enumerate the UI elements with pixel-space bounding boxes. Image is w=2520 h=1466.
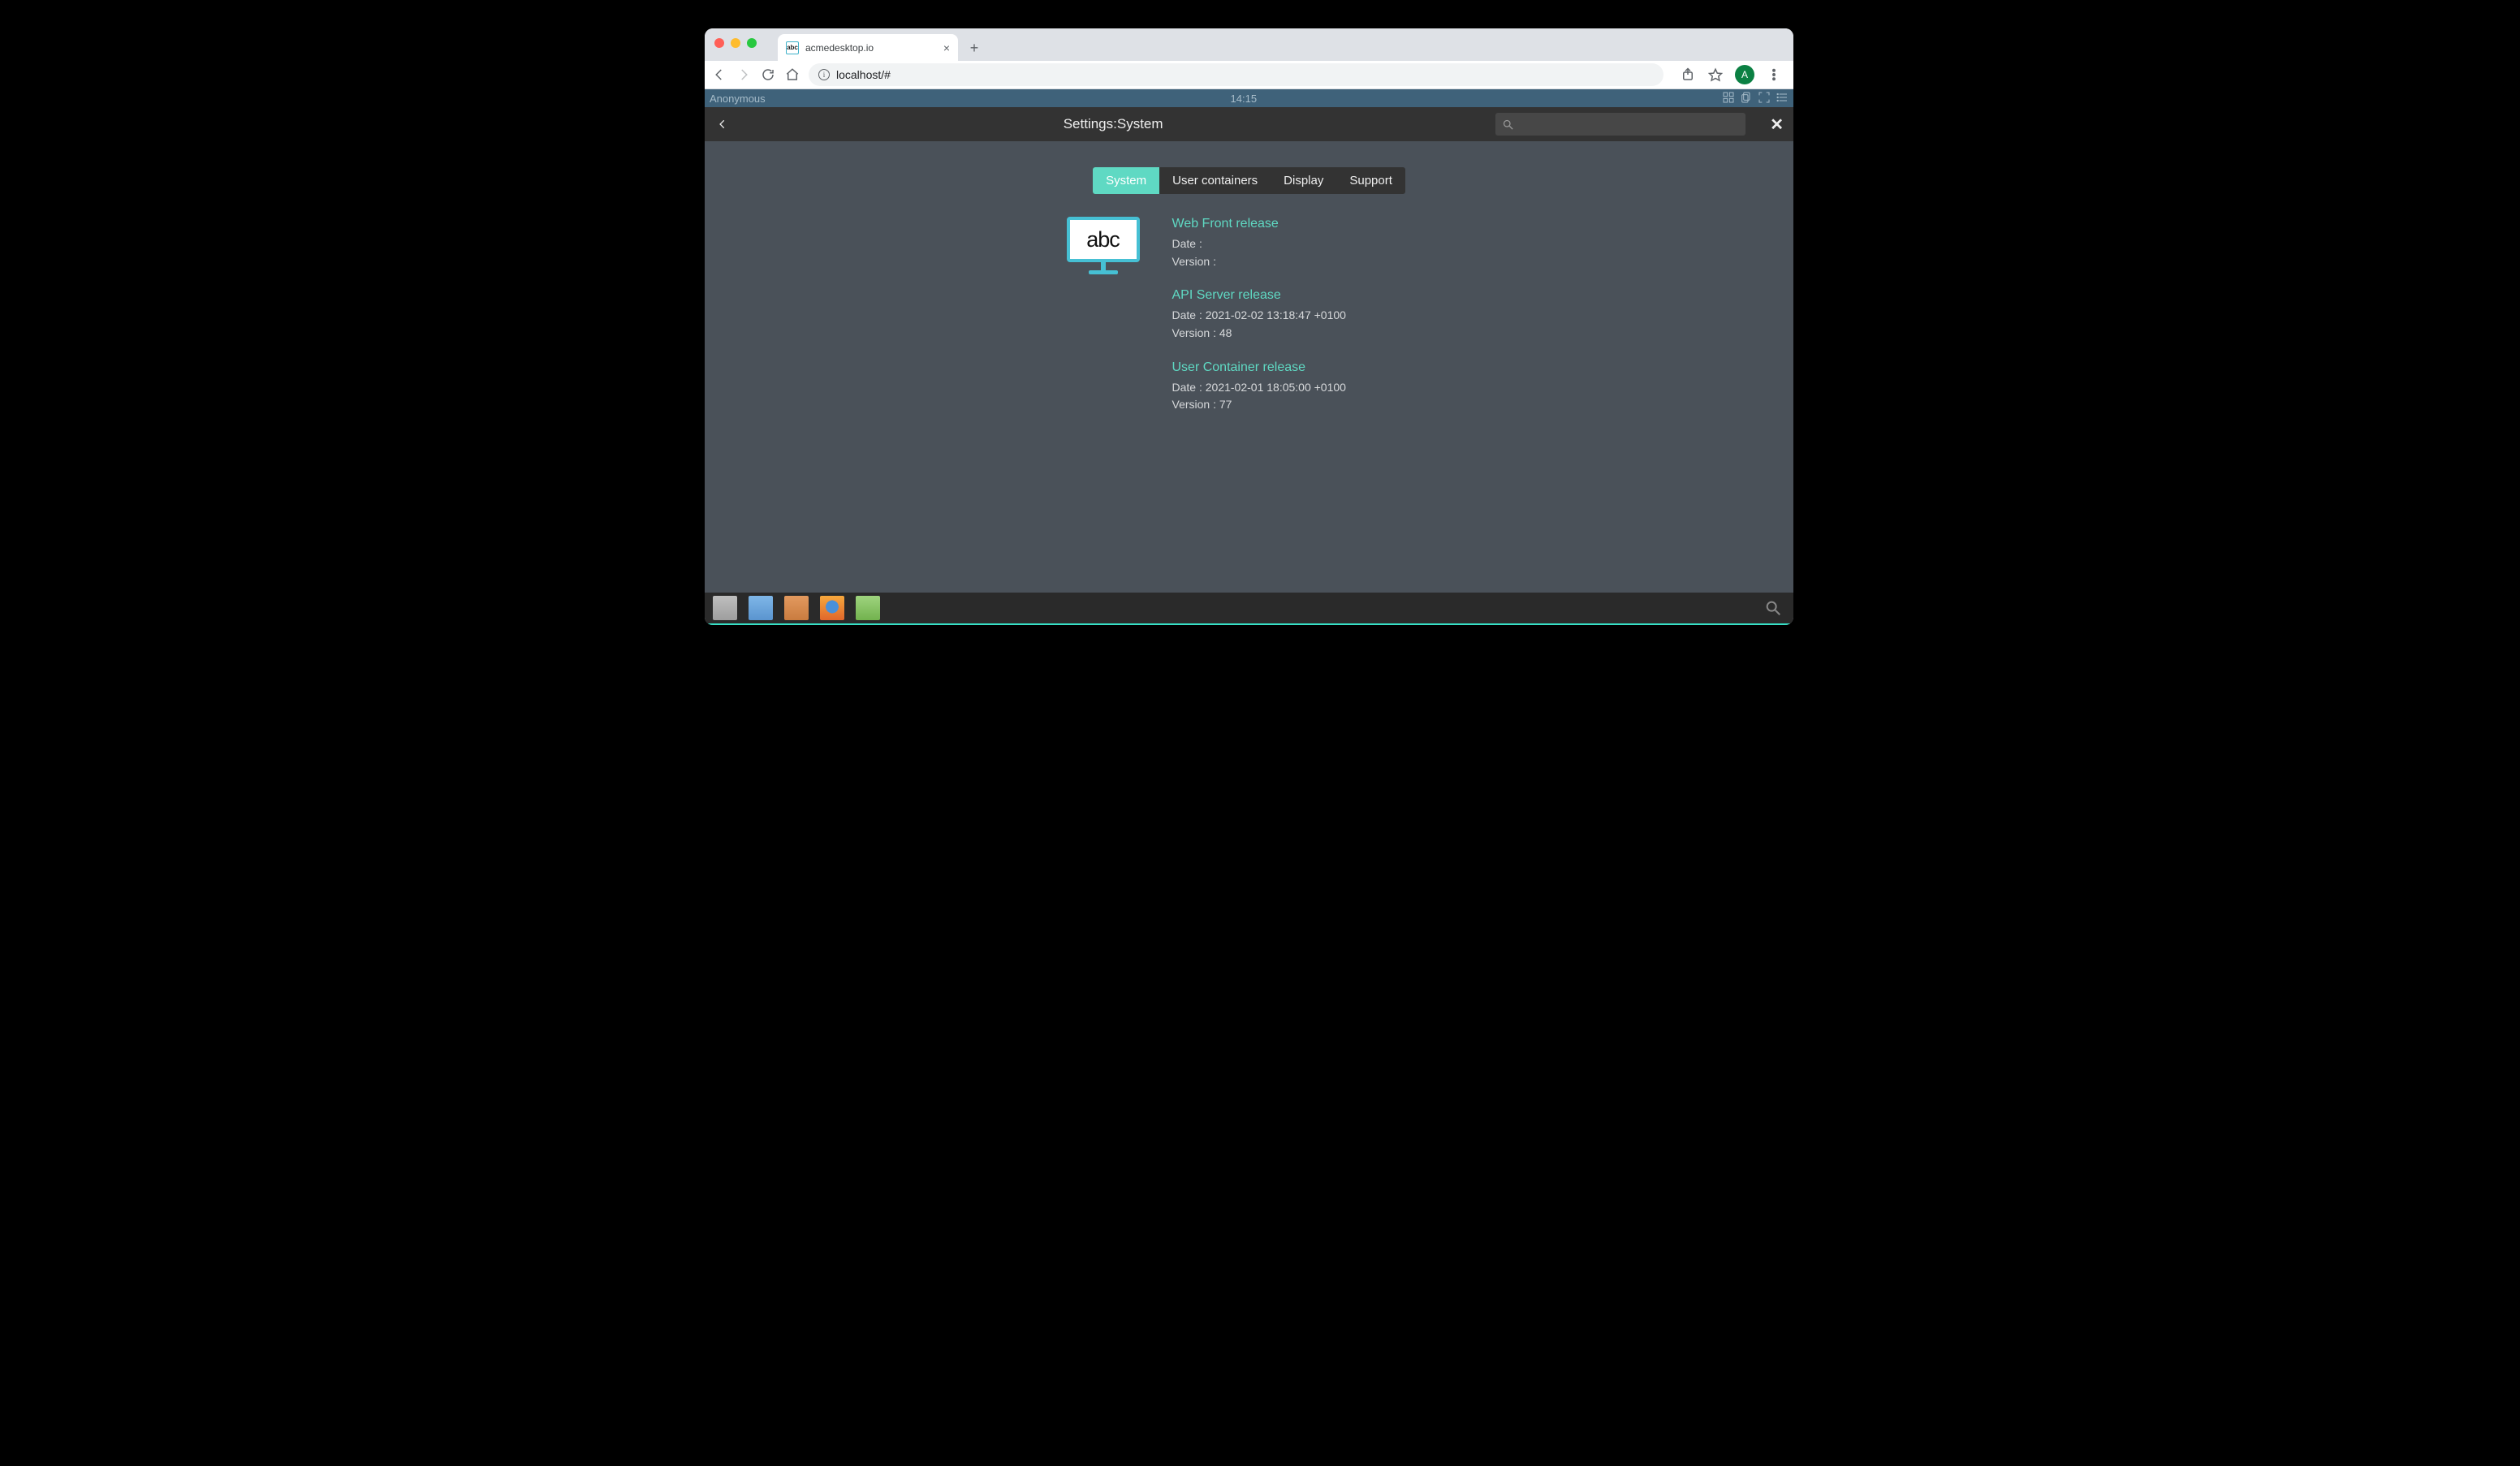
header-search-input[interactable]: [1495, 113, 1745, 136]
header-close-button[interactable]: ✕: [1770, 114, 1784, 135]
profile-avatar[interactable]: A: [1735, 65, 1754, 84]
grid-icon[interactable]: [1722, 91, 1735, 106]
dock-item-firefox[interactable]: [817, 593, 848, 623]
new-tab-button[interactable]: +: [963, 37, 986, 59]
app-header: Settings:System ✕: [705, 107, 1793, 141]
dock-item-text-editor[interactable]: [745, 593, 776, 623]
system-logo: abc: [1067, 217, 1140, 275]
release-version: Version : 77: [1172, 396, 1432, 414]
window-minimize-button[interactable]: [731, 38, 740, 48]
release-date: Date :: [1172, 235, 1432, 253]
app-viewport: Anonymous 14:15 Settings:System ✕: [705, 89, 1793, 625]
release-date: Date : 2021-02-02 13:18:47 +0100: [1172, 307, 1432, 325]
url-text: localhost/#: [836, 68, 891, 81]
window-controls: [714, 38, 757, 48]
tab-user-containers[interactable]: User containers: [1159, 167, 1271, 194]
releases-list: Web Front release Date :Version : API Serv…: [1172, 217, 1432, 432]
release-title: User Container release: [1172, 360, 1432, 375]
browser-window: abc acmedesktop.io × + i localhost/#: [705, 28, 1793, 625]
list-icon[interactable]: [1776, 91, 1789, 106]
tab-support[interactable]: Support: [1336, 167, 1405, 194]
release-block: API Server release Date : 2021-02-02 13:1…: [1172, 288, 1432, 342]
release-title: API Server release: [1172, 288, 1432, 303]
dock-item-files[interactable]: [710, 593, 740, 623]
monitor-icon: abc: [1067, 217, 1140, 262]
release-version: Version : 48: [1172, 325, 1432, 343]
header-back-button[interactable]: [714, 119, 731, 130]
app-body: SystemUser containersDisplaySupport abc …: [705, 141, 1793, 593]
topbar-icons: [1722, 91, 1789, 106]
tab-title: acmedesktop.io: [805, 42, 937, 54]
release-title: Web Front release: [1172, 217, 1432, 231]
dock-search-button[interactable]: [1758, 593, 1789, 623]
window-maximize-button[interactable]: [747, 38, 757, 48]
nav-forward-button[interactable]: [736, 67, 752, 83]
page-title: Settings:System: [731, 116, 1495, 132]
dock-item-presentation[interactable]: [781, 593, 812, 623]
bookmark-star-icon[interactable]: [1707, 67, 1724, 83]
settings-content: abc Web Front release Date :Version : API …: [1067, 217, 1432, 432]
fullscreen-icon[interactable]: [1758, 91, 1771, 106]
dock: [705, 593, 1793, 625]
tab-system[interactable]: System: [1093, 167, 1159, 194]
app-topbar: Anonymous 14:15: [705, 89, 1793, 107]
dock-item-spreadsheet[interactable]: [852, 593, 883, 623]
tab-display[interactable]: Display: [1271, 167, 1336, 194]
nav-home-button[interactable]: [784, 67, 800, 83]
url-input[interactable]: i localhost/#: [809, 63, 1663, 86]
release-version: Version :: [1172, 253, 1432, 271]
tab-close-icon[interactable]: ×: [943, 41, 950, 54]
browser-menu-icon[interactable]: [1766, 67, 1782, 83]
release-date: Date : 2021-02-01 18:05:00 +0100: [1172, 379, 1432, 397]
nav-reload-button[interactable]: [760, 67, 776, 83]
settings-tabs: SystemUser containersDisplaySupport: [1093, 167, 1405, 194]
nav-back-button[interactable]: [711, 67, 727, 83]
tab-favicon: abc: [786, 41, 799, 54]
release-block: User Container release Date : 2021-02-01 …: [1172, 360, 1432, 414]
browser-tabbar: abc acmedesktop.io × +: [705, 28, 1793, 61]
topbar-clock: 14:15: [766, 93, 1722, 105]
browser-tab[interactable]: abc acmedesktop.io ×: [778, 34, 958, 61]
window-close-button[interactable]: [714, 38, 724, 48]
copy-icon[interactable]: [1740, 91, 1753, 106]
share-icon[interactable]: [1680, 67, 1696, 83]
site-info-icon[interactable]: i: [818, 69, 830, 80]
release-block: Web Front release Date :Version :: [1172, 217, 1432, 270]
topbar-user: Anonymous: [710, 93, 766, 105]
browser-address-bar: i localhost/# A: [705, 61, 1793, 89]
search-icon: [1502, 119, 1514, 131]
